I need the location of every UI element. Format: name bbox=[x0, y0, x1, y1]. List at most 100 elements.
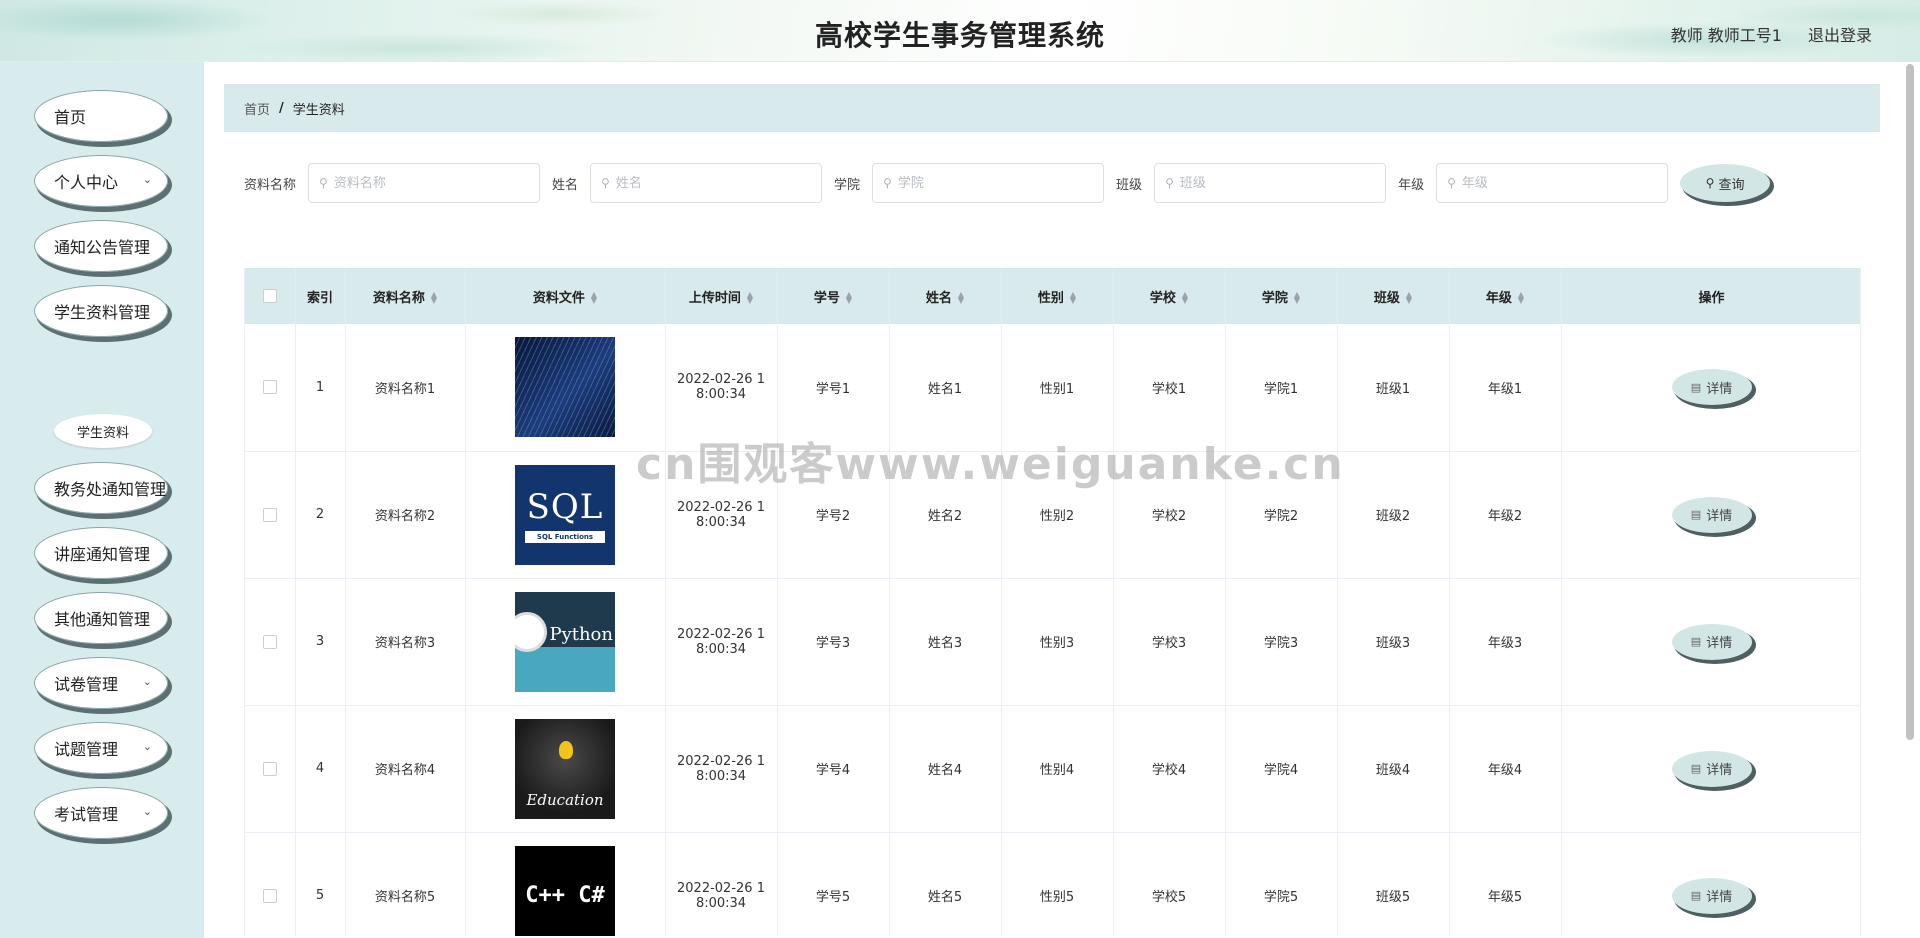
app-title: 高校学生事务管理系统 bbox=[814, 19, 1105, 52]
sort-icon[interactable]: ▲ ▼ bbox=[1406, 291, 1412, 305]
column-header[interactable]: 资料文件 ▲ ▼ bbox=[465, 268, 666, 324]
column-header[interactable]: 学院 ▲ ▼ bbox=[1225, 268, 1338, 324]
index-cell: 1 bbox=[295, 324, 346, 451]
sort-icon[interactable]: ▲ ▼ bbox=[846, 291, 852, 305]
sql-thumbnail-image[interactable]: SQL SQL Functions bbox=[515, 464, 615, 565]
sidebar-item-home[interactable]: 首页 bbox=[34, 90, 168, 142]
grade-label: 年级 bbox=[1398, 177, 1425, 193]
college-field[interactable]: ⚲ bbox=[872, 163, 1105, 203]
column-header[interactable]: 性别 ▲ ▼ bbox=[1001, 268, 1114, 324]
material-file-cell: Education bbox=[465, 705, 666, 832]
column-header-label: 班级 bbox=[1373, 290, 1400, 306]
code-thumbnail-image[interactable] bbox=[515, 337, 615, 438]
sort-icon[interactable]: ▲ ▼ bbox=[591, 291, 597, 305]
column-header[interactable]: 姓名 ▲ ▼ bbox=[889, 268, 1002, 324]
detail-button-label: 详情 bbox=[1706, 509, 1733, 524]
sidebar-item-student-material-management[interactable]: 学生资料管理 bbox=[34, 285, 168, 337]
material-name-field[interactable]: ⚲ bbox=[308, 163, 541, 203]
sidebar-subitem-label: 学生资料 bbox=[76, 425, 129, 441]
column-header-label: 索引 bbox=[306, 290, 333, 306]
action-cell: ▤ 详情 bbox=[1561, 832, 1860, 936]
upload-time-cell: 2022-02-26 1 8:00:34 bbox=[665, 832, 778, 936]
college-label: 学院 bbox=[834, 177, 861, 193]
row-checkbox[interactable] bbox=[262, 761, 277, 776]
column-header: 索引 bbox=[295, 268, 346, 324]
college-input[interactable] bbox=[897, 175, 1078, 191]
sidebar-item-notice-management[interactable]: 通知公告管理 bbox=[34, 220, 168, 272]
cpp-thumbnail-image[interactable]: C++ C# bbox=[515, 845, 615, 936]
sort-icon[interactable]: ▲ ▼ bbox=[1070, 291, 1076, 305]
detail-button[interactable]: ▤ 详情 bbox=[1671, 877, 1752, 914]
detail-button[interactable]: ▤ 详情 bbox=[1671, 623, 1752, 660]
column-header-label: 学号 bbox=[813, 290, 840, 306]
material-name-input[interactable] bbox=[333, 175, 514, 191]
sidebar-item-label: 考试管理 bbox=[54, 805, 119, 824]
grade-input[interactable] bbox=[1461, 175, 1642, 191]
action-cell: ▤ 详情 bbox=[1561, 451, 1860, 578]
detail-button[interactable]: ▤ 详情 bbox=[1671, 369, 1752, 406]
detail-button-label: 详情 bbox=[1706, 381, 1733, 397]
column-header[interactable]: 年级 ▲ ▼ bbox=[1449, 268, 1562, 324]
detail-button-label: 详情 bbox=[1706, 636, 1733, 651]
breadcrumb-home[interactable]: 首页 bbox=[244, 99, 270, 118]
column-header-label: 学院 bbox=[1261, 290, 1288, 306]
detail-button[interactable]: ▤ 详情 bbox=[1671, 496, 1752, 533]
row-checkbox[interactable] bbox=[262, 634, 277, 649]
grade-cell: 年级1 bbox=[1449, 324, 1562, 451]
column-header[interactable]: 学校 ▲ ▼ bbox=[1113, 268, 1226, 324]
column-header[interactable]: 学号 ▲ ▼ bbox=[777, 268, 890, 324]
query-button[interactable]: ⚲ 查询 bbox=[1680, 164, 1771, 202]
column-header[interactable]: 上传时间 ▲ ▼ bbox=[665, 268, 778, 324]
select-all-checkbox[interactable] bbox=[262, 289, 277, 303]
sort-icon[interactable]: ▲ ▼ bbox=[1294, 291, 1300, 305]
college-cell: 学院3 bbox=[1225, 578, 1338, 705]
sidebar-item-lecture-notice[interactable]: 讲座通知管理 bbox=[34, 527, 168, 579]
class-field[interactable]: ⚲ bbox=[1154, 163, 1387, 203]
sort-icon[interactable]: ▲ ▼ bbox=[431, 291, 437, 305]
upload-time-cell: 2022-02-26 1 8:00:34 bbox=[665, 324, 778, 451]
index-cell: 5 bbox=[295, 832, 346, 936]
row-checkbox[interactable] bbox=[262, 888, 277, 903]
sidebar-item-academic-affairs-notice[interactable]: 教务处通知管理 bbox=[34, 462, 168, 514]
grade-field[interactable]: ⚲ bbox=[1436, 163, 1669, 203]
breadcrumb-separator: / bbox=[279, 100, 284, 116]
sidebar-subitem-student-material[interactable]: 学生资料 bbox=[54, 414, 152, 448]
grade-cell: 年级5 bbox=[1449, 832, 1562, 936]
student-no-cell: 学号4 bbox=[777, 705, 890, 832]
document-icon: ▤ bbox=[1690, 380, 1702, 394]
python-thumbnail-image[interactable]: Python bbox=[515, 591, 615, 692]
upload-time-date: 2022-02-26 1 bbox=[677, 753, 765, 769]
sidebar-item-personal-center[interactable]: 个人中心 ⌄ bbox=[34, 155, 168, 207]
sidebar-item-other-notice[interactable]: 其他通知管理 bbox=[34, 592, 168, 644]
vertical-scrollbar[interactable] bbox=[1906, 64, 1914, 740]
upload-time-clock: 8:00:34 bbox=[695, 641, 747, 657]
sidebar-item-question-management[interactable]: 试题管理 ⌄ bbox=[34, 722, 168, 774]
sort-icon[interactable]: ▲ ▼ bbox=[747, 291, 753, 305]
logout-link[interactable]: 退出登录 bbox=[1808, 22, 1872, 46]
chevron-down-icon: ⌄ bbox=[142, 805, 152, 818]
column-header[interactable]: 资料名称 ▲ ▼ bbox=[345, 268, 466, 324]
document-icon: ▤ bbox=[1690, 635, 1702, 648]
sidebar-item-exam-management[interactable]: 考试管理 ⌄ bbox=[34, 787, 168, 839]
sort-icon[interactable]: ▲ ▼ bbox=[1518, 291, 1524, 305]
student-name-field[interactable]: ⚲ bbox=[590, 163, 823, 203]
column-header-label: 资料名称 bbox=[372, 290, 425, 306]
detail-button-label: 详情 bbox=[1706, 890, 1733, 905]
breadcrumb-current: 学生资料 bbox=[292, 102, 345, 118]
row-checkbox[interactable] bbox=[262, 380, 277, 395]
index-cell: 2 bbox=[295, 451, 346, 578]
student-name-input[interactable] bbox=[615, 175, 796, 191]
search-icon: ⚲ bbox=[601, 176, 610, 190]
education-thumbnail-image[interactable]: Education bbox=[515, 718, 615, 819]
row-checkbox[interactable] bbox=[262, 507, 277, 522]
class-input[interactable] bbox=[1179, 175, 1360, 191]
detail-button[interactable]: ▤ 详情 bbox=[1671, 750, 1752, 787]
grade-cell: 年级4 bbox=[1449, 705, 1562, 832]
sort-icon[interactable]: ▲ ▼ bbox=[1182, 291, 1188, 305]
class-cell: 班级1 bbox=[1337, 324, 1450, 451]
search-icon: ⚲ bbox=[1705, 176, 1715, 190]
sidebar-item-paper-management[interactable]: 试卷管理 ⌄ bbox=[34, 657, 168, 709]
column-header[interactable]: 班级 ▲ ▼ bbox=[1337, 268, 1450, 324]
column-header-label: 学校 bbox=[1149, 290, 1176, 306]
sort-icon[interactable]: ▲ ▼ bbox=[958, 291, 964, 305]
